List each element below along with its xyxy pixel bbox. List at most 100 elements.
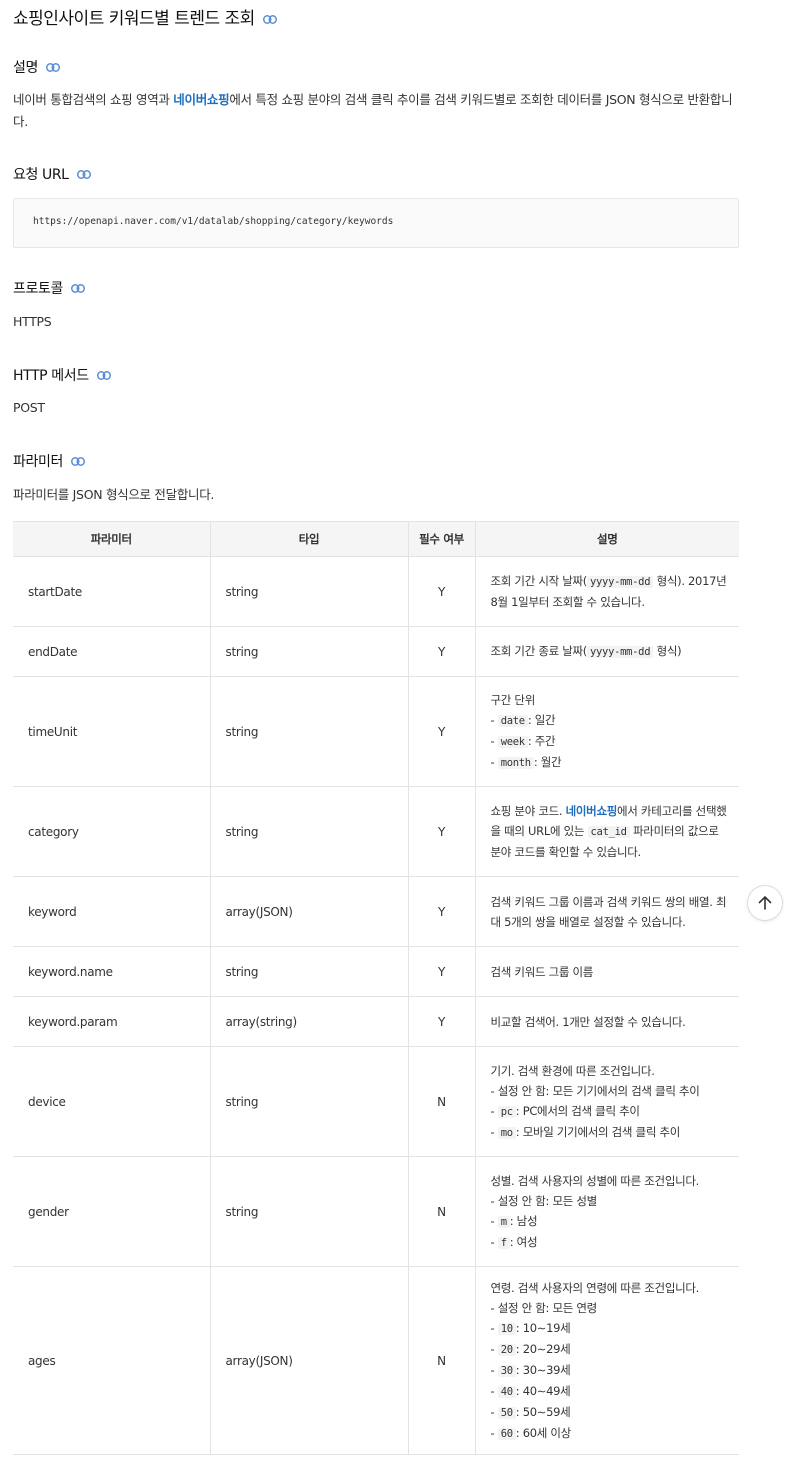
table-row: keyword array(JSON) Y 검색 키워드 그룹 이름과 검색 키워드 … [13,876,739,947]
param-type-cell: string [210,946,409,997]
description-text-segment: : 일간 [527,713,556,727]
description-line: 검색 키워드 그룹 이름 [491,962,730,982]
description-line: 쇼핑 분야 코드. 네이버쇼핑에서 카테고리를 선택했을 때의 URL에 있는 … [491,801,730,862]
page-title: 쇼핑인사이트 키워드별 트렌드 조회 [13,4,277,29]
link-icon[interactable] [70,454,85,470]
section-heading-protocol: 프로토콜 [13,278,85,298]
column-header-parameter: 파라미터 [13,521,211,557]
description-text-segment: - [490,1404,498,1419]
description-line: - pc: PC에서의 검색 클릭 추이 [491,1101,730,1122]
table-row: keyword.param array(string) Y 비교할 검색어. 1개만 … [13,996,739,1047]
request-url-code-block: https://openapi.naver.com/v1/datalab/sho… [13,198,739,248]
inline-code: cat_id [587,826,630,838]
section-heading-text: 프로토콜 [13,281,63,297]
inline-code: 30 [497,1364,516,1377]
param-description-cell: 조회 기간 종료 날짜(yyyy-mm-dd 형식) [475,626,739,677]
param-description-cell: 구간 단위 - date: 일간 - week: 주간 - month: 월간 [475,676,739,787]
parameters-intro: 파라미터를 JSON 형식으로 전달합니다. [13,487,215,502]
naver-shopping-link[interactable]: 네이버쇼핑 [566,804,618,818]
param-type-cell: string [210,676,409,787]
param-description-cell: 검색 키워드 그룹 이름과 검색 키워드 쌍의 배열. 최대 5개의 쌍을 배열… [475,876,739,947]
description-line: - f: 여성 [491,1232,730,1253]
column-header-description: 설명 [475,521,739,557]
description-text-segment: : 여성 [509,1234,538,1249]
description-text-part: 네이버 통합검색의 쇼핑 영역과 [13,92,174,107]
param-name-cell: endDate [13,626,211,677]
description-line: - 30: 30∼39세 [491,1360,730,1381]
table-row: category string Y 쇼핑 분야 코드. 네이버쇼핑에서 카테고리를 선… [13,786,739,877]
link-icon[interactable] [96,368,111,384]
description-line: 조회 기간 종료 날짜(yyyy-mm-dd 형식) [491,641,730,662]
description-text-segment: 검색 키워드 그룹 이름 [490,964,594,979]
description-line: - 설정 안 함: 모든 기기에서의 검색 클릭 추이 [491,1081,730,1101]
description-line: 조회 기간 시작 날짜(yyyy-mm-dd 형식). 2017년 8월 1일부… [491,571,730,612]
description-text-segment: : 50∼59세 [515,1404,571,1419]
inline-code: 40 [497,1385,516,1398]
description-line: - 설정 안 함: 모든 연령 [491,1298,730,1318]
param-type-cell: string [210,786,409,877]
column-header-type: 타입 [210,521,409,557]
param-description-cell: 비교할 검색어. 1개만 설정할 수 있습니다. [475,996,739,1047]
param-required-cell: Y [408,556,476,627]
param-type-cell: array(JSON) [210,876,409,947]
description-line: 비교할 검색어. 1개만 설정할 수 있습니다. [491,1012,730,1032]
description-text-segment: 조회 기간 시작 날짜( [490,574,588,588]
section-heading-text: 파라미터 [13,454,63,470]
description-text-segment: : 월간 [533,755,562,769]
description-text-segment: - [490,713,498,727]
naver-shopping-link[interactable]: 네이버쇼핑 [173,92,229,107]
description-text-segment: : 40∼49세 [515,1383,571,1398]
param-name-cell: keyword [13,876,211,947]
param-name-cell: keyword.param [13,996,211,1047]
description-text-segment: - [490,1341,498,1356]
description-line: 기기. 검색 환경에 따른 조건입니다. [491,1061,730,1081]
page-title-text: 쇼핑인사이트 키워드별 트렌드 조회 [13,9,255,29]
parameters-table: 파라미터 타입 필수 여부 설명 startDate string Y 조회 기간 시… [13,521,739,1455]
description-line: - 설정 안 함: 모든 성별 [491,1191,730,1211]
description-text-segment: : PC에서의 검색 클릭 추이 [515,1103,640,1118]
description-text-segment: - [490,1213,498,1228]
link-icon[interactable] [45,60,60,76]
link-icon[interactable] [76,167,91,183]
link-icon[interactable] [70,281,85,297]
param-name-cell: category [13,786,211,877]
description-line: - 40: 40∼49세 [491,1381,730,1402]
section-heading-text: 설명 [13,60,38,76]
description-text-segment: 비교할 검색어. 1개만 설정할 수 있습니다. [490,1014,686,1029]
description-text-segment: - 설정 안 함: 모든 기기에서의 검색 클릭 추이 [490,1083,700,1098]
arrow-up-icon [758,896,772,910]
description-text-segment: : 60세 이상 [515,1425,571,1440]
description-text-segment: : 10∼19세 [515,1320,571,1335]
section-heading-request-url: 요청 URL [13,164,91,184]
description-line: - 20: 20∼29세 [491,1339,730,1360]
table-header-row: 파라미터 타입 필수 여부 설명 [13,521,739,557]
link-icon[interactable] [262,9,277,29]
description-line: - 60: 60세 이상 [491,1423,730,1444]
description-line: - m: 남성 [491,1211,730,1232]
param-description-cell: 조회 기간 시작 날짜(yyyy-mm-dd 형식). 2017년 8월 1일부… [475,556,739,627]
param-required-cell: N [408,1156,476,1267]
description-text-segment: - 설정 안 함: 모든 성별 [490,1193,598,1208]
description-text-segment: 기기. 검색 환경에 따른 조건입니다. [490,1063,655,1078]
param-required-cell: Y [408,786,476,877]
table-row: startDate string Y 조회 기간 시작 날짜(yyyy-mm-dd 형… [13,556,739,627]
param-name-cell: startDate [13,556,211,627]
description-line: - date: 일간 [491,710,730,731]
inline-code: m [497,1215,510,1228]
description-line: 검색 키워드 그룹 이름과 검색 키워드 쌍의 배열. 최대 5개의 쌍을 배열… [491,892,730,932]
section-heading-http-method: HTTP 메서드 [13,365,111,385]
table-row: ages array(JSON) N 연령. 검색 사용자의 연령에 따른 조건입니다… [13,1266,739,1455]
description-line: 연령. 검색 사용자의 연령에 따른 조건입니다. [491,1278,730,1298]
table-row: gender string N 성별. 검색 사용자의 성별에 따른 조건입니다. - … [13,1156,739,1267]
param-type-cell: string [210,1046,409,1157]
description-text-segment: - [490,1362,498,1377]
description-text-segment: : 20∼29세 [515,1341,571,1356]
scroll-to-top-button[interactable] [747,885,783,921]
param-description-cell: 연령. 검색 사용자의 연령에 따른 조건입니다. - 설정 안 함: 모든 연령… [475,1266,739,1455]
description-text-segment: : 남성 [509,1213,538,1228]
inline-code: 50 [497,1406,516,1419]
description-text-segment: : 30∼39세 [515,1362,571,1377]
description-text-segment: - [490,734,498,748]
section-heading-text: HTTP 메서드 [13,368,89,384]
param-description-cell: 쇼핑 분야 코드. 네이버쇼핑에서 카테고리를 선택했을 때의 URL에 있는 … [475,786,739,877]
